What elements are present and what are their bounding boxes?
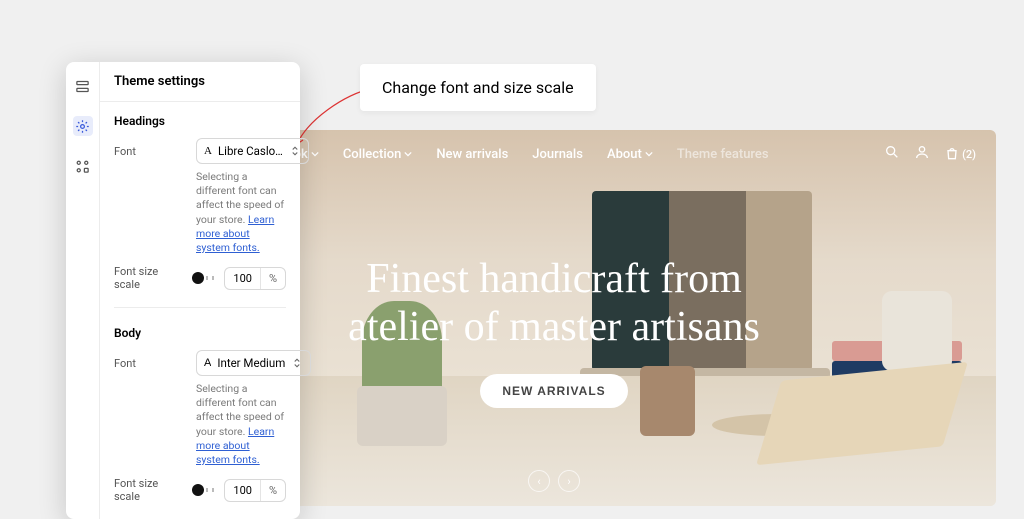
hero-pagers: ‹ ›	[528, 470, 580, 492]
panel-title: Theme settings	[100, 62, 300, 102]
font-hint: Selecting a different font can affect th…	[114, 382, 286, 467]
scale-label: Font size scale	[114, 477, 186, 503]
body-scale-input[interactable]: 100 %	[224, 479, 286, 502]
cart-icon[interactable]: (2)	[944, 146, 976, 162]
section-divider	[114, 307, 286, 308]
section-body: Body Font A Inter Medium Selecting a dif…	[100, 314, 300, 513]
hero-cta-button[interactable]: NEW ARRIVALS	[480, 374, 627, 408]
section-title-body: Body	[114, 326, 286, 340]
section-headings: Headings Font A Libre Caslo… Selecting a…	[100, 102, 300, 301]
theme-settings-panel: Theme settings Headings Font A Libre Cas…	[66, 62, 300, 519]
body-scale-slider[interactable]	[194, 488, 216, 492]
body-font-select[interactable]: A Inter Medium	[196, 350, 311, 376]
headings-font-select[interactable]: A Libre Caslo…	[196, 138, 309, 164]
account-icon[interactable]	[914, 144, 930, 164]
headings-scale-input[interactable]: 100 %	[224, 267, 286, 290]
font-preview-glyph-icon: A	[204, 145, 212, 157]
scale-label: Font size scale	[114, 265, 186, 291]
theme-settings-icon[interactable]	[73, 116, 93, 136]
pager-next[interactable]: ›	[558, 470, 580, 492]
font-label: Font	[114, 357, 186, 370]
annotation-callout: Change font and size scale	[360, 64, 596, 111]
nav-link[interactable]: About	[607, 147, 653, 162]
search-icon[interactable]	[884, 144, 900, 164]
nav-link[interactable]: Collection	[343, 147, 413, 162]
headings-scale-slider[interactable]	[194, 276, 216, 280]
font-preview-glyph-icon: A	[204, 357, 211, 369]
nav-link[interactable]: Journals	[532, 147, 583, 162]
select-chevrons-icon	[291, 357, 303, 369]
pager-prev[interactable]: ‹	[528, 470, 550, 492]
select-chevrons-icon	[289, 145, 301, 157]
body-font-value: Inter Medium	[217, 356, 285, 370]
headings-font-value: Libre Caslo…	[218, 144, 283, 158]
nav-link-theme-features[interactable]: Theme features	[677, 147, 769, 162]
section-title-headings: Headings	[114, 114, 286, 128]
sections-icon[interactable]	[73, 76, 93, 96]
nav-link[interactable]: New arrivals	[436, 147, 508, 162]
panel-icon-rail	[66, 62, 100, 519]
app-embeds-icon[interactable]	[73, 156, 93, 176]
font-label: Font	[114, 145, 186, 158]
font-hint: Selecting a different font can affect th…	[114, 170, 286, 255]
